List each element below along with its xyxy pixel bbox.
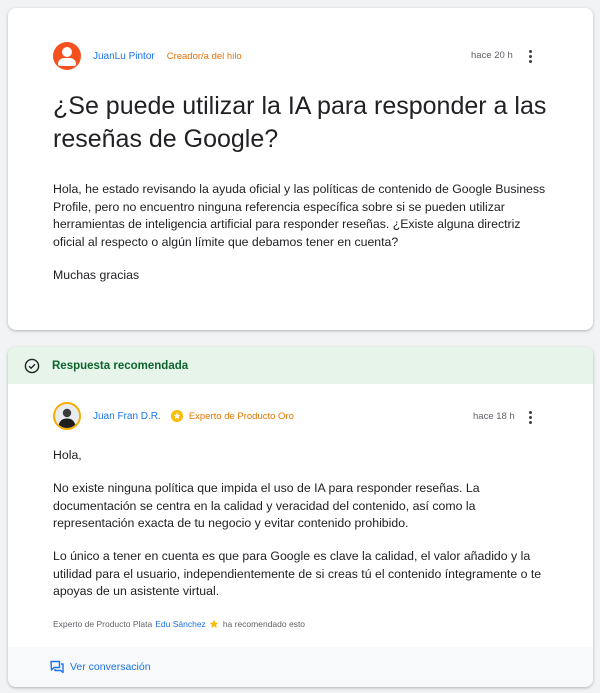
banner-label: Respuesta recomendada bbox=[52, 359, 189, 372]
check-circle-icon bbox=[24, 358, 40, 373]
answer-header: Juan Fran D.R. Experto de Producto Oro bbox=[53, 402, 294, 430]
question-card: JuanLu Pintor Creador/a del hilo hace 20… bbox=[8, 8, 593, 330]
recommended-suffix: ha recomendado esto bbox=[222, 619, 306, 629]
question-closing: Muchas gracias bbox=[53, 268, 140, 282]
recommender-role: Experto de Producto Plata bbox=[53, 619, 153, 629]
person-icon[interactable] bbox=[53, 42, 81, 70]
answer-timestamp: hace 18 h bbox=[473, 411, 515, 422]
more-vert-icon[interactable] bbox=[524, 48, 536, 64]
star-badge-icon bbox=[209, 619, 219, 628]
recommended-by-line: Experto de Producto Plata Edu Sánchez ha… bbox=[53, 619, 305, 629]
avatar[interactable] bbox=[53, 402, 81, 430]
view-conversation-link[interactable]: Ver conversación bbox=[70, 661, 151, 673]
answer-author-name[interactable]: Juan Fran D.R. bbox=[93, 411, 161, 422]
recommended-answer-card: Respuesta recomendada Juan Fran D.R. Exp… bbox=[8, 347, 593, 687]
star-badge-icon bbox=[170, 410, 183, 422]
answer-greeting: Hola, bbox=[53, 448, 82, 462]
question-timestamp: hace 20 h bbox=[471, 50, 513, 61]
answer-author-role: Experto de Producto Oro bbox=[188, 410, 294, 422]
recommended-answer-banner: Respuesta recomendada bbox=[8, 347, 593, 384]
view-conversation-bar[interactable]: Ver conversación bbox=[8, 647, 593, 687]
answer-paragraph-2: Lo único a tener en cuenta es que para G… bbox=[53, 549, 542, 598]
recommender-name[interactable]: Edu Sánchez bbox=[155, 619, 206, 629]
question-title: ¿Se puede utilizar la IA para responder … bbox=[53, 92, 547, 153]
question-author-name[interactable]: JuanLu Pintor bbox=[93, 51, 155, 62]
answer-paragraph-1: No existe ninguna política que impida el… bbox=[53, 481, 480, 530]
question-header: JuanLu Pintor Creador/a del hilo bbox=[53, 42, 242, 70]
more-vert-icon[interactable] bbox=[524, 409, 536, 425]
question-body: Hola, he estado revisando la ayuda ofici… bbox=[53, 182, 546, 249]
question-author-role: Creador/a del hilo bbox=[166, 50, 242, 62]
forum-icon bbox=[50, 660, 64, 674]
